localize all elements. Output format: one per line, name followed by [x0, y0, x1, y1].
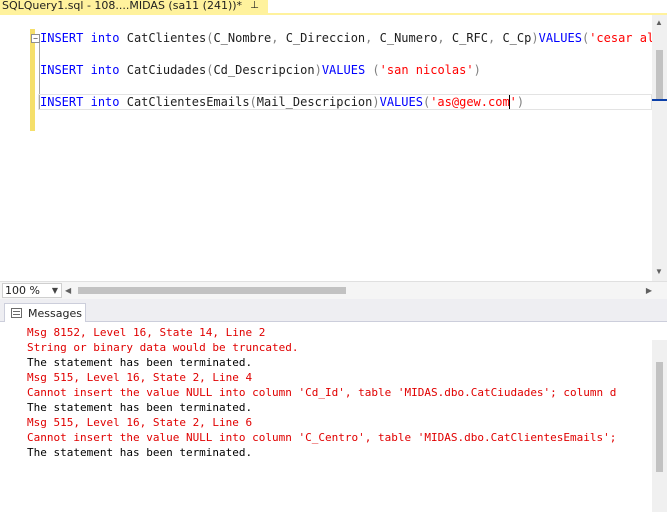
- tab-messages[interactable]: Messages: [4, 303, 86, 322]
- editor-horizontal-scrollbar[interactable]: ◀ ▶: [65, 284, 652, 297]
- scroll-up-icon[interactable]: ▲: [655, 18, 663, 27]
- document-tab[interactable]: SQLQuery1.sql - 108....MIDAS (sa11 (241)…: [0, 0, 268, 13]
- pin-icon[interactable]: ⊥: [250, 0, 259, 11]
- code-token: (: [365, 63, 380, 77]
- horizontal-scrollbar-thumb[interactable]: [78, 287, 346, 294]
- caret-position-marker: [652, 99, 667, 101]
- close-icon[interactable]: ✕: [267, 0, 268, 12]
- sql-editor[interactable]: − INSERT into CatClientes(C_Nombre, C_Di…: [0, 15, 667, 281]
- code-token: ): [531, 31, 539, 45]
- code-line-2: INSERT into CatCiudades(Cd_Descripcion)V…: [40, 62, 481, 78]
- code-token: CatCiudades: [119, 63, 207, 77]
- collapse-icon[interactable]: −: [31, 34, 40, 43]
- code-token: (: [249, 95, 257, 109]
- code-token: CatClientes: [119, 31, 207, 45]
- code-token: C_Cp: [502, 31, 532, 45]
- code-token: C_RFC: [451, 31, 488, 45]
- code-token: Cd_Descripcion: [213, 63, 315, 77]
- change-tracking-bar: [30, 29, 35, 131]
- scrollbar-thumb[interactable]: [656, 50, 663, 100]
- code-token: into: [90, 31, 120, 45]
- code-token: 'san nicolas': [379, 63, 474, 77]
- code-token: CatClientesEmails: [119, 95, 250, 109]
- messages-panel[interactable]: Msg 8152, Level 16, State 14, Line 2 Stri…: [0, 322, 667, 512]
- code-token: into: [90, 63, 120, 77]
- editor-status-row: 100 % ▼ ◀ ▶: [0, 281, 667, 299]
- editor-vertical-scrollbar[interactable]: ▲ ▼: [652, 15, 667, 281]
- messages-vertical-scrollbar[interactable]: [652, 340, 667, 512]
- code-token: INSERT: [40, 31, 84, 45]
- code-token: 'as@gew.com': [430, 95, 517, 109]
- code-token: VALUES: [321, 63, 366, 77]
- zoom-value: 100 %: [5, 284, 40, 297]
- code-token: INSERT: [40, 63, 84, 77]
- message-line: Msg 8152, Level 16, State 14, Line 2: [27, 326, 266, 339]
- messages-icon: [11, 308, 22, 318]
- code-token: C_Numero: [379, 31, 438, 45]
- code-token: VALUES: [538, 31, 582, 45]
- code-token: ,: [271, 31, 286, 45]
- code-token: ,: [437, 31, 452, 45]
- code-line-1: INSERT into CatClientes(C_Nombre, C_Dire…: [40, 30, 667, 46]
- zoom-dropdown[interactable]: 100 % ▼: [2, 283, 62, 298]
- results-tab-bar: Messages: [0, 303, 667, 322]
- message-line: The statement has been terminated.: [27, 356, 253, 369]
- message-line: The statement has been terminated.: [27, 401, 253, 414]
- code-token: INSERT: [40, 95, 84, 109]
- message-line: Msg 515, Level 16, State 2, Line 4: [27, 371, 253, 384]
- code-token: ): [473, 63, 481, 77]
- code-line-3: INSERT into CatClientesEmails(Mail_Descr…: [40, 94, 524, 110]
- text-caret: [509, 95, 510, 109]
- message-line: Cannot insert the value NULL into column…: [27, 386, 617, 399]
- chevron-down-icon[interactable]: ▼: [52, 284, 58, 297]
- message-line: Msg 515, Level 16, State 2, Line 6: [27, 416, 253, 429]
- code-token: ): [314, 63, 322, 77]
- code-token: ): [372, 95, 380, 109]
- message-line: The statement has been terminated.: [27, 446, 253, 459]
- code-token: VALUES: [379, 95, 423, 109]
- code-token: ,: [365, 31, 380, 45]
- tab-messages-label: Messages: [28, 306, 82, 320]
- code-token: ,: [488, 31, 503, 45]
- message-line: Cannot insert the value NULL into column…: [27, 431, 617, 444]
- scroll-right-icon[interactable]: ▶: [646, 284, 652, 297]
- code-token: into: [90, 95, 120, 109]
- messages-scrollbar-thumb[interactable]: [656, 362, 663, 472]
- document-tab-title: SQLQuery1.sql - 108....MIDAS (sa11 (241)…: [2, 0, 243, 12]
- code-token: Mail_Descripcion: [256, 95, 373, 109]
- code-token: C_Direccion: [285, 31, 366, 45]
- message-line: String or binary data would be truncated…: [27, 341, 299, 354]
- selection-margin: [0, 15, 30, 281]
- code-token: ): [516, 95, 525, 109]
- code-token: C_Nombre: [213, 31, 272, 45]
- scroll-down-icon[interactable]: ▼: [655, 267, 663, 276]
- scroll-left-icon[interactable]: ◀: [65, 284, 71, 297]
